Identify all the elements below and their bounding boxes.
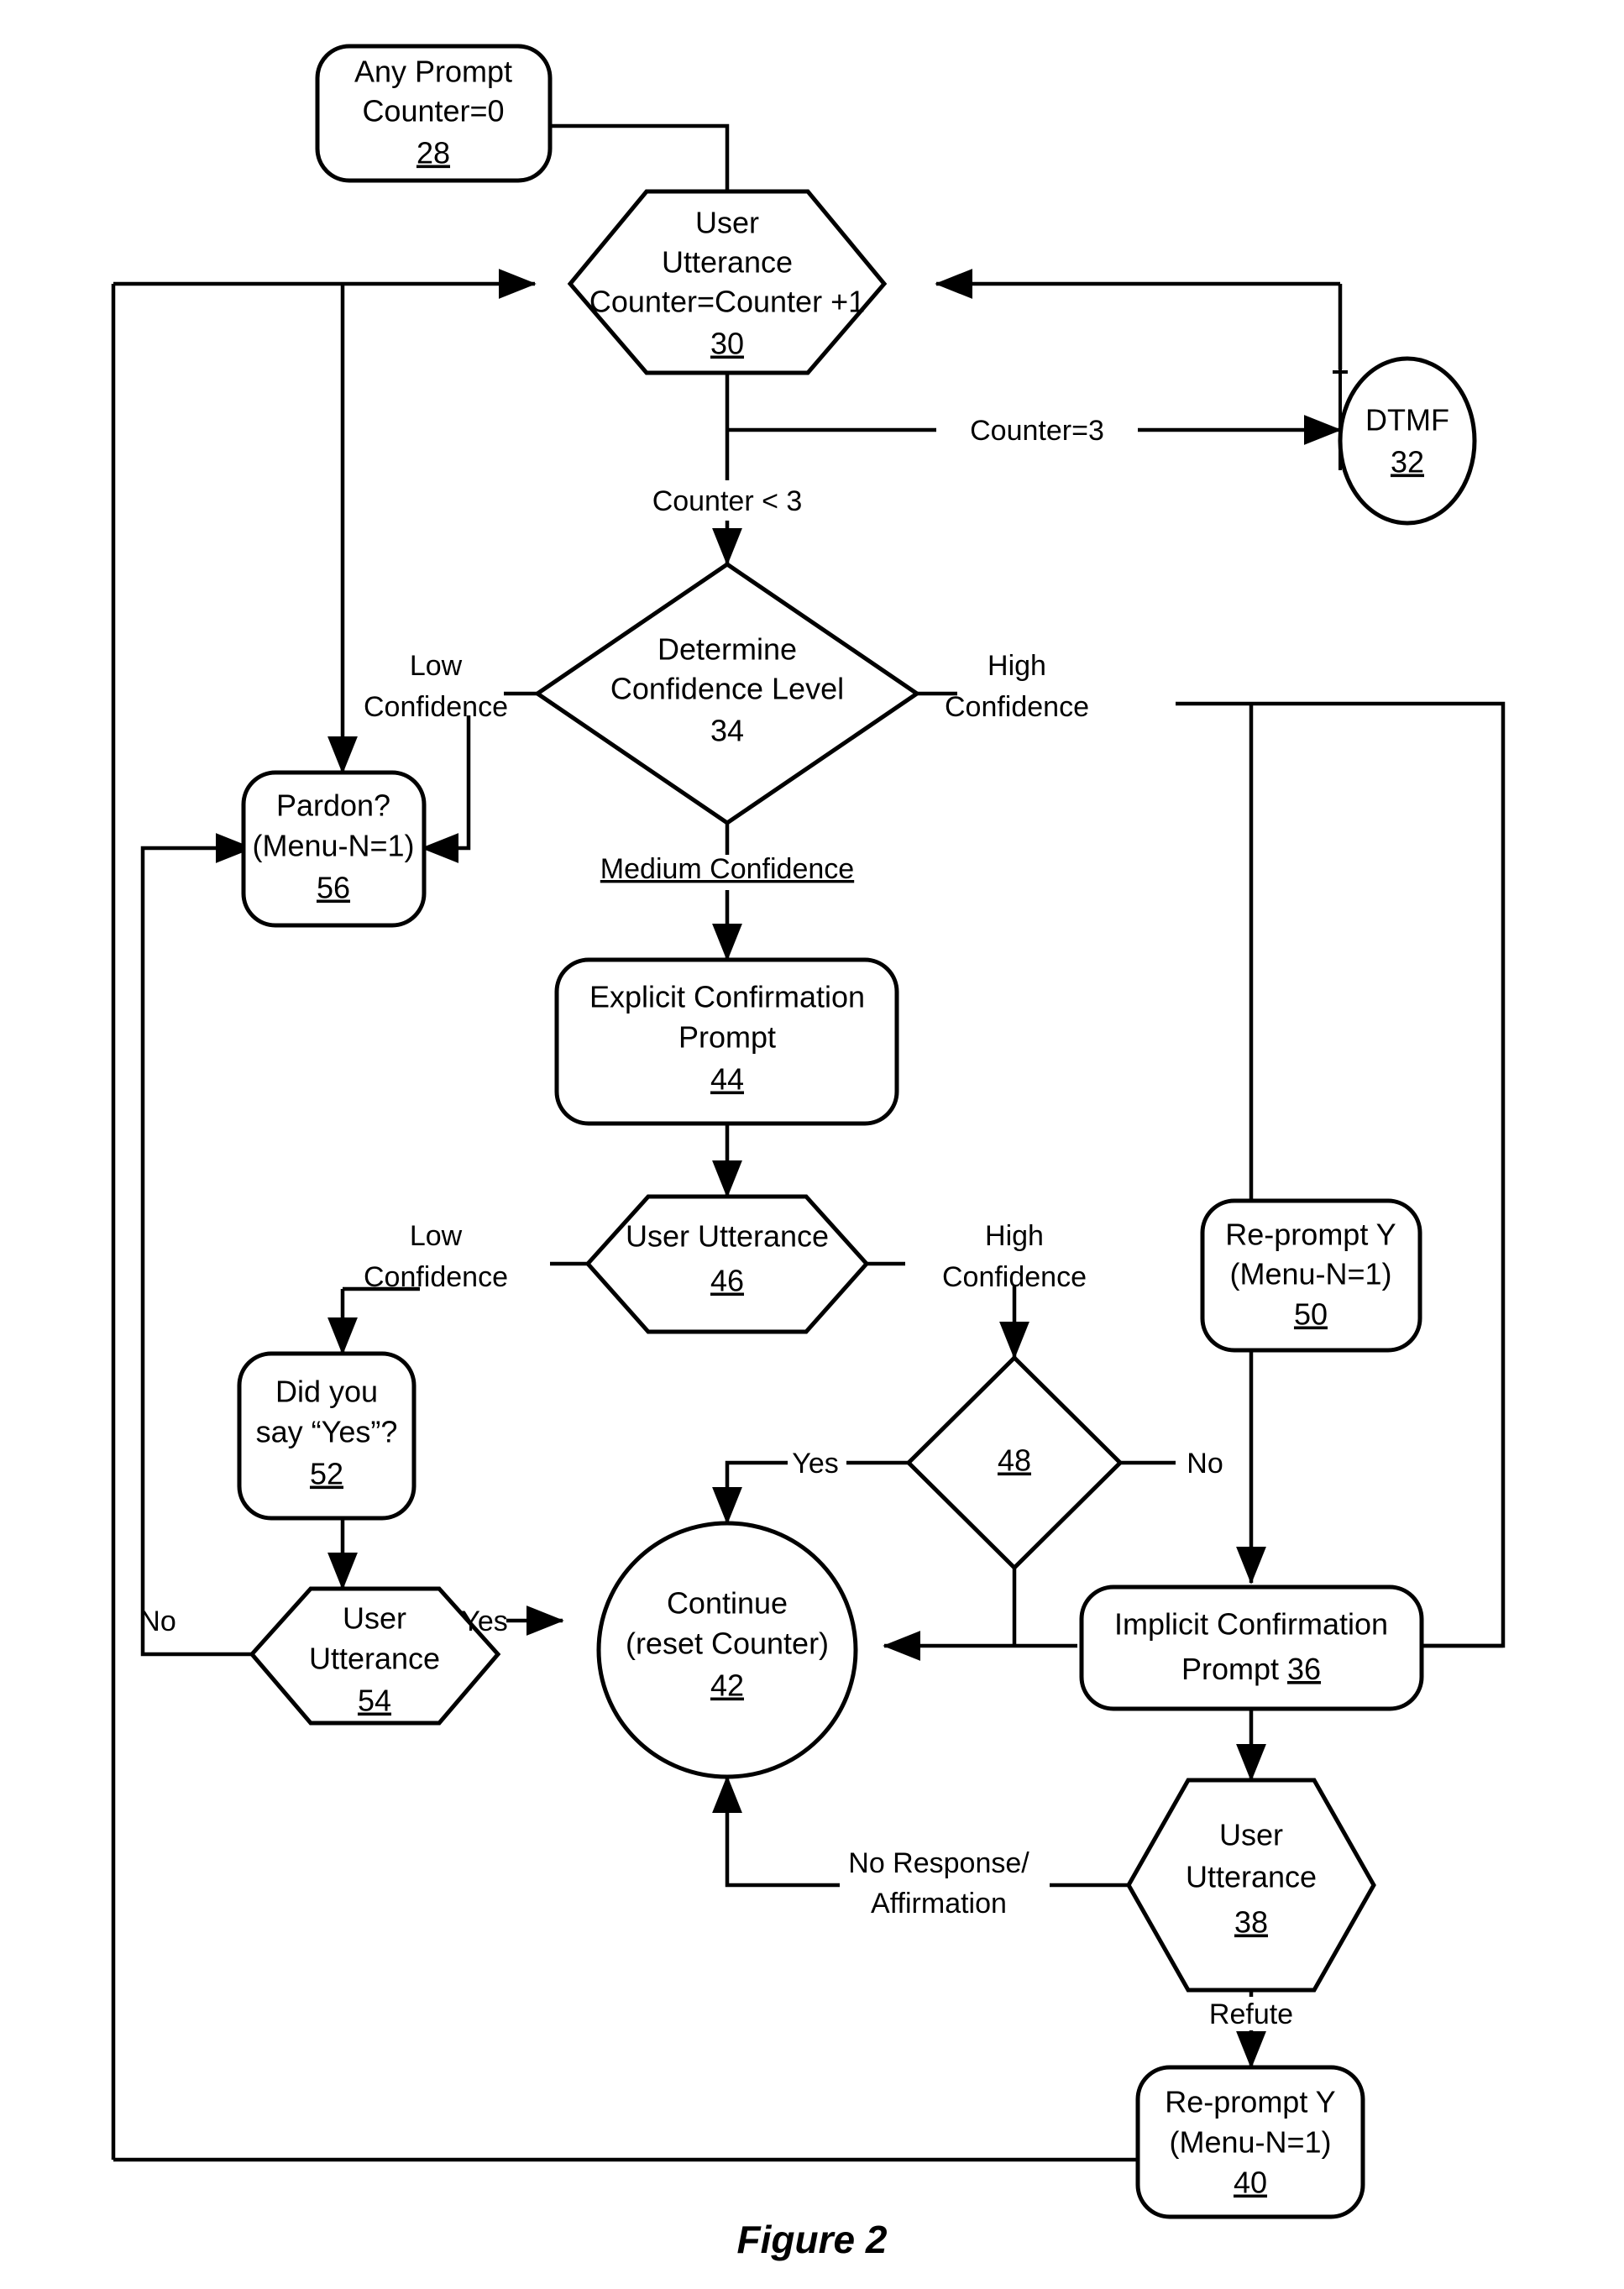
did-you-say-yes-line1: Did you [275,1375,378,1409]
label-no-48: No [1187,1448,1223,1480]
label-high-confidence-46-line2: Confidence [942,1261,1087,1293]
dtmf-label: DTMF [1365,403,1449,437]
did-you-say-yes-node[interactable]: Did you say “Yes”? 52 [237,1351,416,1521]
decision-48-ref: 48 [998,1443,1031,1478]
user-utterance-54-ref: 54 [358,1684,391,1718]
user-utterance-38-ref: 38 [1234,1905,1268,1940]
label-low-confidence-34-line1: Low [410,650,463,682]
implicit-confirmation-ref: 36 [1287,1652,1321,1686]
label-yes-48: Yes [792,1448,838,1480]
label-high-confidence-34-line1: High [987,650,1046,682]
implicit-confirmation-shape [1079,1584,1424,1711]
dtmf-shape [1338,356,1477,526]
user-utterance-54-line2: Utterance [309,1642,440,1676]
user-utterance-54-line1: User [343,1601,406,1636]
figure-sheet: Any Prompt Counter=0 28 User Utterance C… [0,0,1624,2289]
label-refute: Refute [1209,1998,1293,2030]
re-prompt-y-40-ref: 40 [1234,2166,1267,2200]
pardon-ref: 56 [317,871,350,905]
figure-caption: Figure 2 [737,2218,888,2261]
implicit-confirmation-inline: Prompt [1181,1652,1287,1686]
pardon-node[interactable]: Pardon? (Menu-N=1) 56 [241,770,427,928]
label-low-confidence-34-line2: Confidence [364,691,508,723]
re-prompt-y-40-line2: (Menu-N=1) [1169,2125,1331,2160]
re-prompt-y-50-node[interactable]: Re-prompt Y (Menu-N=1) 50 [1200,1198,1422,1353]
label-low-confidence-46-line1: Low [410,1220,463,1252]
flowchart-svg: Any Prompt Counter=0 28 User Utterance C… [0,0,1624,2289]
did-you-say-yes-ref: 52 [310,1457,343,1491]
label-no-response-line2: Affirmation [871,1888,1007,1920]
continue-line2: (reset Counter) [626,1626,829,1661]
re-prompt-y-40-line1: Re-prompt Y [1165,2085,1335,2119]
determine-confidence-ref: 34 [710,714,744,748]
determine-confidence-line2: Confidence Level [610,672,844,706]
user-utterance-46-node[interactable]: User Utterance 46 [584,1194,870,1334]
label-no-response-line1: No Response/ [848,1847,1029,1879]
determine-confidence-line1: Determine [657,632,797,667]
label-medium-confidence: Medium Confidence [600,853,854,885]
explicit-confirmation-prompt-node[interactable]: Explicit Confirmation Prompt 44 [554,957,899,1126]
implicit-confirmation-prompt-node[interactable]: Implicit Confirmation Prompt 36 [1079,1584,1424,1711]
label-high-confidence-34-line2: Confidence [945,691,1089,723]
did-you-say-yes-line2: say “Yes”? [256,1415,398,1449]
user-utterance-38-line1: User [1219,1818,1283,1852]
pardon-line2: (Menu-N=1) [252,829,414,863]
re-prompt-y-50-ref: 50 [1294,1297,1328,1332]
implicit-confirmation-line2-group: Prompt 36 [1181,1652,1321,1686]
explicit-confirmation-line2: Prompt [678,1020,776,1055]
continue-reset-counter-node[interactable]: Continue (reset Counter) 42 [596,1521,858,1779]
user-utterance-38-line2: Utterance [1186,1860,1317,1894]
any-prompt-ref: 28 [416,136,450,170]
continue-line1: Continue [667,1586,788,1621]
label-no-54: No [139,1605,175,1637]
continue-ref: 42 [710,1668,744,1703]
any-prompt-line2: Counter=0 [362,94,504,128]
user-utterance-46-label: User Utterance [626,1219,829,1254]
dtmf-ref: 32 [1391,445,1424,479]
any-prompt-line1: Any Prompt [354,55,512,89]
user-utterance-46-ref: 46 [710,1264,744,1298]
dtmf-node[interactable]: DTMF 32 [1338,356,1477,526]
label-low-confidence-46-line2: Confidence [364,1261,508,1293]
implicit-confirmation-line1: Implicit Confirmation [1114,1607,1388,1642]
label-yes-54: Yes [461,1605,507,1637]
re-prompt-y-40-node[interactable]: Re-prompt Y (Menu-N=1) 40 [1135,2065,1365,2219]
user-utterance-30-line3: Counter=Counter +1 [589,285,865,319]
label-counter-lt-3: Counter < 3 [652,485,803,517]
any-prompt-node[interactable]: Any Prompt Counter=0 28 [315,44,553,183]
user-utterance-30-line2: Utterance [662,245,793,280]
label-counter-eq-3: Counter=3 [970,415,1104,447]
re-prompt-y-50-line2: (Menu-N=1) [1229,1257,1391,1291]
explicit-confirmation-line1: Explicit Confirmation [589,980,865,1014]
user-utterance-30-line1: User [695,206,759,240]
re-prompt-y-50-line1: Re-prompt Y [1225,1218,1396,1252]
pardon-line1: Pardon? [276,788,390,823]
user-utterance-30-ref: 30 [710,327,744,361]
label-high-confidence-46-line1: High [985,1220,1044,1252]
explicit-confirmation-ref: 44 [710,1062,744,1097]
